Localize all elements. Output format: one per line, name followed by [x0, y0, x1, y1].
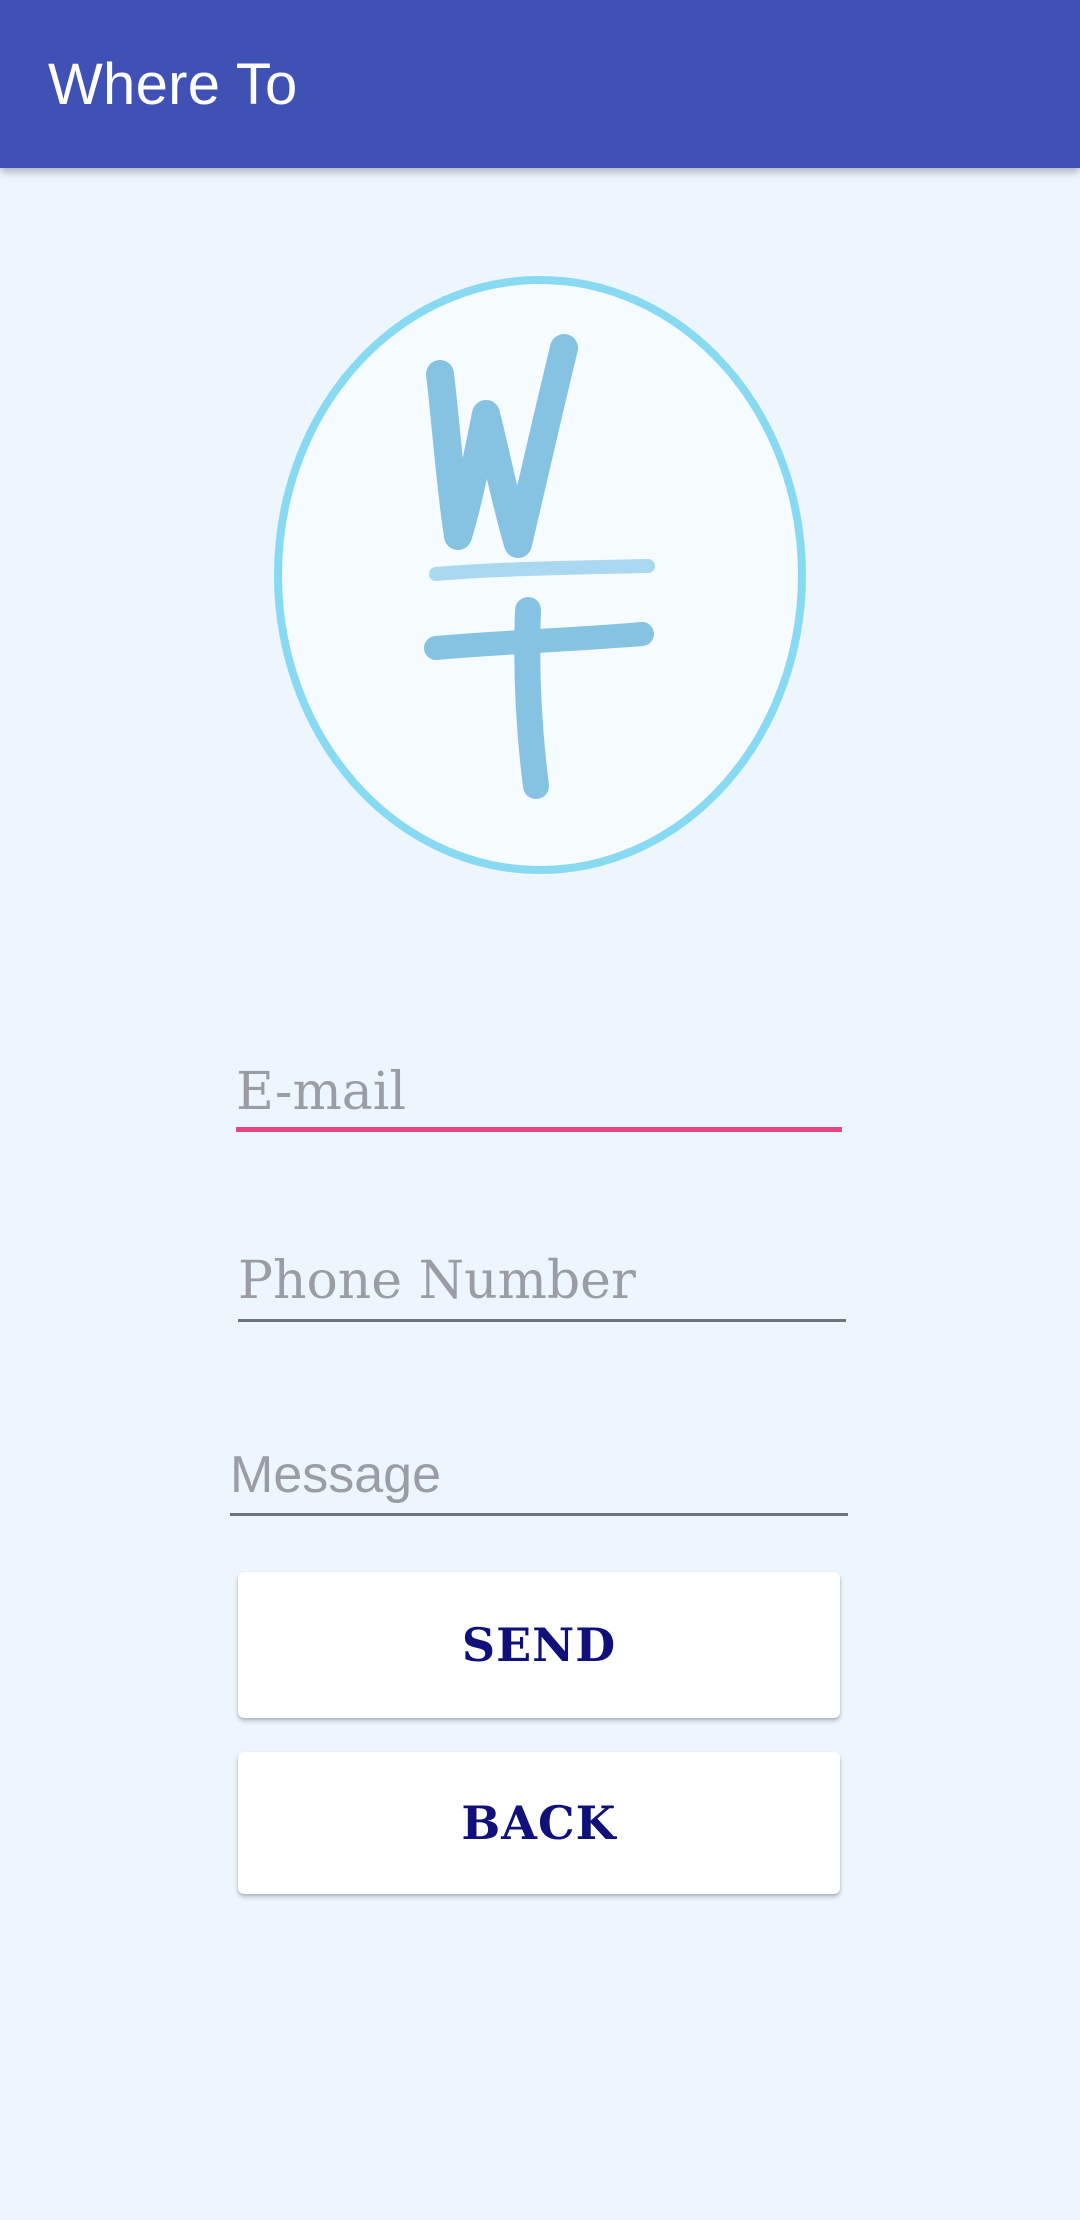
message-underline [230, 1513, 848, 1516]
where-to-monogram-logo-icon [274, 276, 806, 874]
message-input[interactable] [230, 1438, 848, 1512]
app-title: Where To [48, 52, 298, 117]
send-button[interactable]: SEND [238, 1572, 840, 1718]
app-bar: Where To [0, 0, 1080, 168]
email-field[interactable] [236, 1048, 842, 1132]
phone-number-field[interactable] [238, 1238, 846, 1322]
phone-number-input[interactable] [238, 1238, 846, 1320]
email-underline [236, 1127, 842, 1132]
email-input[interactable] [236, 1048, 842, 1130]
where-to-logo [272, 274, 808, 876]
back-button[interactable]: BACK [238, 1752, 840, 1894]
message-field[interactable] [230, 1438, 848, 1516]
phone-number-underline [238, 1319, 846, 1322]
